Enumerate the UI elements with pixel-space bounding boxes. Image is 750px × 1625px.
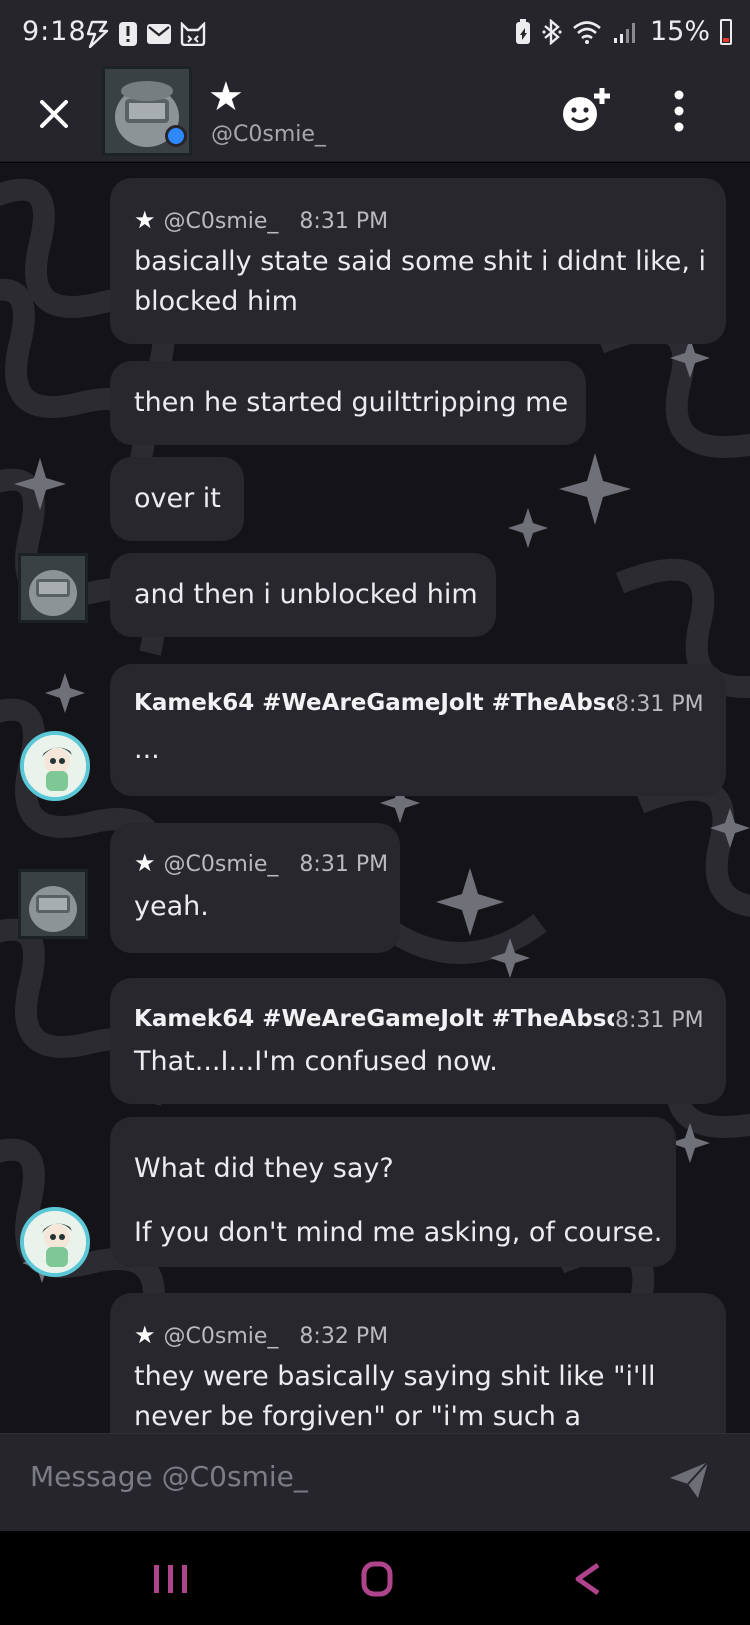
recent-apps-icon[interactable] <box>146 1559 196 1599</box>
message-composer: Message @C0smie_ <box>0 1433 750 1531</box>
status-time: 9:18 <box>22 16 87 47</box>
wifi-icon <box>573 20 601 44</box>
message-author[interactable]: @C0smie_ <box>164 852 279 877</box>
message-bubble[interactable]: What did they say? If you don't mind me … <box>110 1117 676 1267</box>
message-bubble[interactable]: Kamek64 #WeAreGameJolt #TheAbso 8:31 PM … <box>110 664 726 796</box>
chat-area[interactable]: ★ @C0smie_ 8:31 PM basically state said s… <box>0 163 750 1433</box>
bolt-icon <box>86 20 109 48</box>
message-meta: Kamek64 #WeAreGameJolt #TheAbso <box>134 1006 614 1032</box>
message-time: 8:31 PM <box>299 209 389 234</box>
message-text: they were basically saying shit like "i'… <box>134 1357 655 1433</box>
app: 9:18 15% ★ @C0smie_ ★ @C0smie_ 8:31 PM b… <box>0 0 750 1625</box>
message-text: over it <box>134 483 221 514</box>
battery-icon <box>720 18 732 45</box>
message-line: basically state said some shit i didnt l… <box>134 246 707 277</box>
status-bar: 9:18 15% <box>0 0 750 66</box>
add-friend-icon[interactable] <box>558 84 614 136</box>
message-text: then he started guilttripping me <box>134 387 569 418</box>
kamek-avatar-image <box>24 1211 86 1273</box>
message-meta: ★ @C0smie_ 8:31 PM <box>134 206 388 234</box>
cat-icon <box>180 22 206 46</box>
message-bubble[interactable]: ★ @C0smie_ 8:31 PM yeah. <box>110 823 400 953</box>
battery-percent: 15% <box>649 16 710 47</box>
kamek-avatar-image <box>24 735 86 797</box>
helmet-avatar-image <box>21 872 85 936</box>
helmet-avatar-image <box>21 556 85 620</box>
message-bubble[interactable]: ★ @C0smie_ 8:32 PM they were basically sa… <box>110 1293 726 1433</box>
message-line: never be forgiven" or "i'm such a <box>134 1401 582 1432</box>
home-icon[interactable] <box>352 1559 402 1599</box>
avatar[interactable] <box>20 1207 90 1277</box>
online-status-dot <box>165 125 187 147</box>
message-line: What did they say? <box>134 1153 394 1184</box>
more-options-icon[interactable] <box>664 86 694 136</box>
message-input[interactable]: Message @C0smie_ <box>30 1460 308 1493</box>
back-icon[interactable] <box>562 1559 612 1599</box>
message-text: What did they say? If you don't mind me … <box>134 1137 662 1265</box>
message-author[interactable]: @C0smie_ <box>164 209 279 234</box>
message-meta: Kamek64 #WeAreGameJolt #TheAbso <box>134 690 614 716</box>
message-time: 8:31 PM <box>615 1008 704 1033</box>
message-text: That...I...I'm confused now. <box>134 1046 498 1077</box>
message-time: 8:31 PM <box>615 692 704 717</box>
message-line: If you don't mind me asking, of course. <box>134 1217 663 1248</box>
message-time: 8:32 PM <box>299 1324 389 1349</box>
bluetooth-icon <box>542 18 562 45</box>
message-text: and then i unblocked him <box>134 579 478 610</box>
message-text: ... <box>134 734 160 765</box>
message-bubble[interactable]: Kamek64 #WeAreGameJolt #TheAbso 8:31 PM … <box>110 978 726 1104</box>
message-bubble[interactable]: ★ @C0smie_ 8:31 PM basically state said s… <box>110 178 726 344</box>
signal-icon <box>613 22 635 43</box>
message-author[interactable]: Kamek64 #WeAreGameJolt #TheAbso <box>134 1006 614 1032</box>
header-handle: @C0smie_ <box>211 122 326 147</box>
message-line: blocked him <box>134 286 298 317</box>
avatar[interactable] <box>102 66 192 156</box>
message-author[interactable]: @C0smie_ <box>164 1324 279 1349</box>
message-bubble[interactable]: over it <box>110 457 244 541</box>
mail-icon <box>147 24 171 44</box>
message-time: 8:31 PM <box>299 852 389 877</box>
avatar[interactable] <box>18 553 88 623</box>
avatar[interactable] <box>18 869 88 939</box>
author-star: ★ <box>134 206 156 234</box>
alert-icon <box>119 22 137 46</box>
message-meta: ★ @C0smie_ 8:32 PM <box>134 1321 388 1349</box>
author-star: ★ <box>134 849 156 877</box>
message-meta: ★ @C0smie_ 8:31 PM <box>134 849 388 877</box>
message-bubble[interactable]: then he started guilttripping me <box>110 361 586 445</box>
message-text: yeah. <box>134 891 209 922</box>
header-name: ★ <box>208 74 244 120</box>
battery-saver-icon <box>515 18 530 44</box>
close-icon[interactable] <box>30 90 78 138</box>
message-bubble[interactable]: and then i unblocked him <box>110 553 496 637</box>
message-text: basically state said some shit i didnt l… <box>134 242 706 322</box>
send-icon[interactable] <box>668 1458 710 1500</box>
author-star: ★ <box>134 1321 156 1349</box>
message-line: they were basically saying shit like "i'… <box>134 1361 656 1392</box>
message-author[interactable]: Kamek64 #WeAreGameJolt #TheAbso <box>134 690 614 716</box>
avatar[interactable] <box>20 731 90 801</box>
status-left-icons <box>84 20 206 48</box>
status-right: 15% <box>514 16 732 47</box>
chat-header: ★ @C0smie_ <box>0 66 750 162</box>
system-nav-bar <box>0 1531 750 1625</box>
